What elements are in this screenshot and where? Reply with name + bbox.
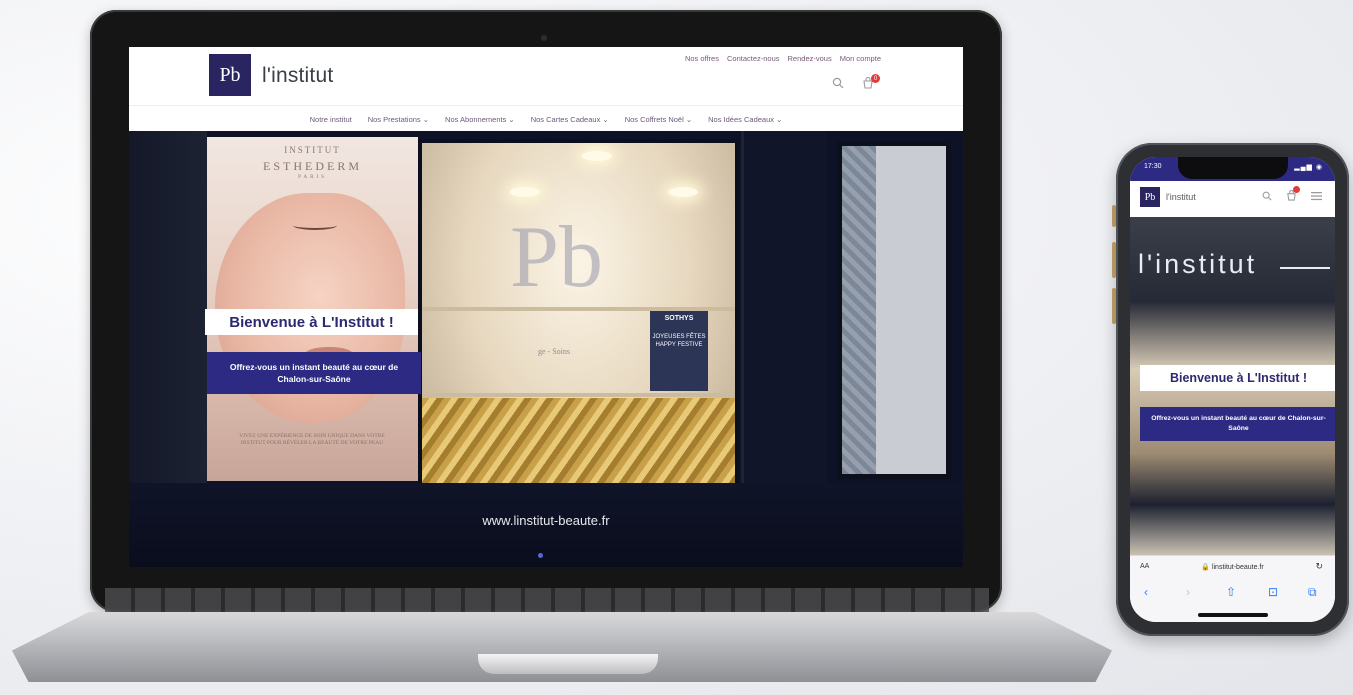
- shop-door: [741, 131, 826, 511]
- window-tagline: ge - Soins: [538, 347, 570, 356]
- laptop-camera: [541, 35, 547, 41]
- sign-line: [1280, 267, 1330, 269]
- shop-window: Pb ge - Soins SOTHYS JOYEUSES FÊTES HAPP…: [418, 139, 739, 491]
- poster-brand-city: PARIS: [298, 175, 327, 180]
- cart-count-badge: 0: [871, 74, 880, 83]
- site-logo-text[interactable]: l'institut: [262, 64, 333, 88]
- status-time: 17:30: [1144, 163, 1162, 170]
- cart-icon[interactable]: [1286, 186, 1300, 204]
- dynamic-island: [1178, 157, 1288, 179]
- hero-subtitle: Offrez-vous un instant beauté au cœur de…: [207, 352, 421, 394]
- cart-badge: [1293, 186, 1300, 193]
- status-icons: ▂▄▆ ◉: [1294, 164, 1323, 171]
- phone-screen: 17:30 ▂▄▆ ◉ Pb l'institut l'institut Bie…: [1130, 157, 1335, 622]
- hero-title: Bienvenue à L'Institut !: [205, 309, 418, 335]
- ceiling-light: [582, 151, 612, 161]
- poster-brand: ESTHEDERM: [263, 159, 362, 173]
- top-link-account[interactable]: Mon compte: [840, 54, 881, 63]
- mobile-storefront-sign: l'institut: [1138, 249, 1258, 279]
- main-nav: Notre institut Nos Prestations ⌄ Nos Abo…: [129, 105, 963, 132]
- top-link-offres[interactable]: Nos offres: [685, 54, 719, 63]
- sothys-box: SOTHYS JOYEUSES FÊTES HAPPY FESTIVE: [650, 311, 708, 391]
- hamburger-menu-icon[interactable]: [1311, 191, 1322, 204]
- search-icon[interactable]: [832, 77, 844, 92]
- mobile-header-icons: [1262, 186, 1322, 204]
- top-links: Nos offres Contactez-nous Rendez-vous Mo…: [685, 54, 881, 63]
- tabs-icon[interactable]: ⧉: [1308, 585, 1317, 600]
- forward-icon[interactable]: ›: [1186, 585, 1190, 599]
- gold-display-cloth: [422, 398, 735, 487]
- back-icon[interactable]: ‹: [1144, 585, 1148, 599]
- laptop-notch: [478, 654, 658, 674]
- nav-prestations[interactable]: Nos Prestations ⌄: [368, 115, 429, 124]
- ceiling-light: [510, 187, 540, 197]
- nav-cartes-cadeaux[interactable]: Nos Cartes Cadeaux ⌄: [531, 115, 609, 124]
- mobile-hero-subtitle: Offrez-vous un instant beauté au cœur de…: [1140, 407, 1335, 441]
- door-window: [837, 141, 951, 479]
- site-logo-mark[interactable]: Pb: [209, 54, 251, 96]
- reload-icon[interactable]: ↻: [1315, 561, 1323, 572]
- shelf: [422, 393, 735, 397]
- window-logo: Pb: [510, 209, 603, 306]
- door-pattern: [842, 146, 876, 474]
- nav-notre-institut[interactable]: Notre institut: [310, 115, 352, 124]
- poster-text: VIVEZ UNE EXPÉRIENCE DE SOIN UNIQUE DANS…: [239, 433, 385, 447]
- nav-idees-cadeaux[interactable]: Nos Idées Cadeaux ⌄: [708, 115, 782, 124]
- top-link-rendez-vous[interactable]: Rendez-vous: [788, 54, 832, 63]
- ceiling-light: [668, 187, 698, 197]
- poster-eye: [293, 221, 337, 230]
- bookmarks-icon[interactable]: ⊡: [1268, 585, 1278, 599]
- mobile-logo-mark[interactable]: Pb: [1140, 187, 1160, 207]
- hero-slider: INSTITUT ESTHEDERM PARIS VIVEZ UNE EXPÉR…: [129, 131, 963, 567]
- home-indicator: [1198, 613, 1268, 617]
- mobile-hero-title: Bienvenue à L'Institut !: [1140, 365, 1335, 391]
- sothys-brand: SOTHYS: [664, 315, 694, 322]
- poster-brand-top: INSTITUT: [284, 145, 341, 155]
- address-url[interactable]: 🔒 linstitut-beaute.fr: [1130, 563, 1335, 571]
- share-icon[interactable]: ⇧: [1226, 585, 1236, 599]
- nav-abonnements[interactable]: Nos Abonnements ⌄: [445, 115, 515, 124]
- laptop-screen: Pb l'institut Nos offres Contactez-nous …: [129, 47, 963, 567]
- slider-dot-active[interactable]: [538, 553, 543, 558]
- storefront-url: www.linstitut-beaute.fr: [482, 513, 610, 528]
- site-header: Pb l'institut Nos offres Contactez-nous …: [129, 47, 963, 105]
- top-link-contact[interactable]: Contactez-nous: [727, 54, 780, 63]
- nav-coffrets-noel[interactable]: Nos Coffrets Noël ⌄: [625, 115, 692, 124]
- sothys-text: JOYEUSES FÊTES HAPPY FESTIVE: [652, 334, 706, 348]
- search-icon[interactable]: [1262, 191, 1272, 204]
- mobile-logo-text[interactable]: l'institut: [1166, 192, 1196, 202]
